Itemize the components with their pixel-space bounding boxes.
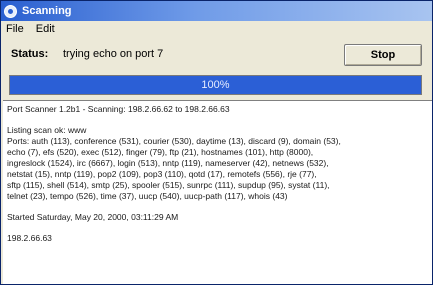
- stop-button[interactable]: Stop: [344, 44, 422, 66]
- window-title: Scanning: [22, 5, 72, 17]
- app-icon: [4, 4, 17, 18]
- progress-bar: 100%: [9, 75, 422, 95]
- menu-file[interactable]: File: [6, 23, 24, 35]
- output-header: Port Scanner 1.2b1 - Scanning: 198.2.66.…: [7, 104, 230, 114]
- menu-edit[interactable]: Edit: [36, 23, 55, 35]
- title-bar[interactable]: Scanning: [1, 1, 432, 21]
- status-text: trying echo on port 7: [63, 48, 164, 60]
- status-label: Status:: [11, 48, 49, 60]
- progress-text: 100%: [201, 79, 230, 91]
- status-row: Status: trying echo on port 7 Stop: [1, 37, 432, 71]
- menu-bar: File Edit: [1, 21, 432, 37]
- listing-line: Ports: auth (113), conference (531), cou…: [7, 136, 341, 146]
- scan-output[interactable]: Port Scanner 1.2b1 - Scanning: 198.2.66.…: [3, 100, 432, 284]
- listing-line: echo (7), efs (520), exec (512), finger …: [7, 147, 314, 157]
- listing-line: sftp (115), shell (514), smtp (25), spoo…: [7, 180, 330, 190]
- current-host: 198.2.66.63: [7, 233, 52, 243]
- listing-line: netstat (15), nntp (119), pop2 (109), po…: [7, 169, 317, 179]
- listing-line: telnet (23), tempo (526), time (37), uuc…: [7, 191, 288, 201]
- started-line: Started Saturday, May 20, 2000, 03:11:29…: [7, 212, 179, 222]
- listing-title: Listing scan ok: www: [7, 125, 87, 135]
- scanner-window: Scanning File Edit Status: trying echo o…: [0, 0, 433, 285]
- listing-line: ingreslock (1524), irc (6667), login (51…: [7, 158, 329, 168]
